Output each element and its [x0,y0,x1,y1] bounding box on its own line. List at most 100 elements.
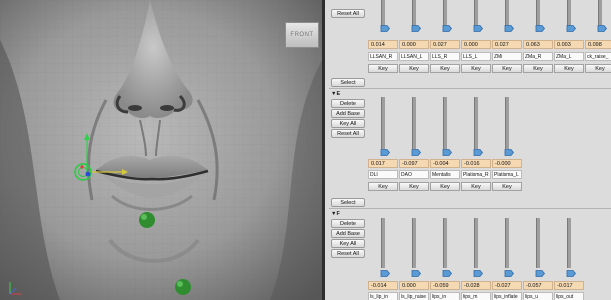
slider-handle[interactable] [504,149,515,156]
weight-value-field[interactable]: -0.000 [492,159,522,168]
add-base-button[interactable]: Add Base [331,229,365,238]
weight-value-field[interactable]: -0.016 [461,159,491,168]
shape-name-field[interactable]: LLS_L [461,52,491,61]
delete-button[interactable]: Delete [331,99,365,108]
shape-name-field[interactable]: ZMi [492,52,522,61]
select-button[interactable]: Select [331,198,365,207]
key-button[interactable]: Key [368,64,398,73]
shape-name-field[interactable]: ls_lip_in [368,292,398,300]
weight-value-field[interactable]: 0.000 [399,281,429,290]
key-button[interactable]: Key [492,182,522,191]
slider-handle[interactable] [504,270,515,277]
weight-value-field[interactable]: -0.059 [430,281,460,290]
slider-track[interactable] [474,0,478,26]
slider-handle[interactable] [473,25,484,32]
weight-value-field[interactable]: -0.028 [461,281,491,290]
slider-track[interactable] [598,0,602,26]
slider-track[interactable] [381,97,385,149]
slider-handle[interactable] [597,25,608,32]
slider-handle[interactable] [442,25,453,32]
slider-track[interactable] [412,218,416,268]
slider-track[interactable] [381,218,385,268]
shape-name-field[interactable]: lips_out [554,292,584,300]
slider-track[interactable] [443,0,447,26]
slider-handle[interactable] [411,25,422,32]
slider-handle[interactable] [535,25,546,32]
reset-all-button[interactable]: Reset All [331,129,365,138]
key-all-button[interactable]: Key All [331,239,365,248]
shape-name-field[interactable]: DLI [368,170,398,179]
slider-track[interactable] [443,218,447,268]
shape-name-field[interactable]: LLSAN_R [368,52,398,61]
slider-handle[interactable] [473,149,484,156]
slider-track[interactable] [567,0,571,26]
reset-all-button[interactable]: Reset All [331,9,365,18]
slider-track[interactable] [536,218,540,268]
slider-handle[interactable] [380,149,391,156]
key-button[interactable]: Key [430,182,460,191]
key-button[interactable]: Key [461,182,491,191]
shape-name-field[interactable]: LLS_R [430,52,460,61]
section-e-header[interactable]: ▼E [329,88,611,98]
slider-track[interactable] [443,97,447,149]
slider-track[interactable] [474,218,478,268]
shape-name-field[interactable]: lips_u [523,292,553,300]
weight-value-field[interactable]: -0.057 [523,281,553,290]
weight-value-field[interactable]: 0.000 [399,40,429,49]
key-button[interactable]: Key [461,64,491,73]
key-button[interactable]: Key [492,64,522,73]
section-f-header[interactable]: ▼F [329,208,611,218]
shape-name-field[interactable]: ck_raise_ [585,52,611,61]
weight-value-field[interactable]: 0.017 [368,159,398,168]
weight-value-field[interactable]: -0.017 [554,281,584,290]
slider-handle[interactable] [411,149,422,156]
slider-track[interactable] [567,218,571,268]
shape-name-field[interactable]: DAO [399,170,429,179]
slider-handle[interactable] [380,25,391,32]
weight-value-field[interactable]: -0.097 [399,159,429,168]
weight-value-field[interactable]: 0.027 [492,40,522,49]
key-button[interactable]: Key [399,64,429,73]
key-button[interactable]: Key [554,64,584,73]
key-all-button[interactable]: Key All [331,119,365,128]
key-button[interactable]: Key [368,182,398,191]
shape-name-field[interactable]: ls_lip_raise [399,292,429,300]
slider-track[interactable] [474,97,478,149]
slider-handle[interactable] [442,149,453,156]
reset-all-button[interactable]: Reset All [331,249,365,258]
shape-name-field[interactable]: lips_in [430,292,460,300]
slider-track[interactable] [536,0,540,26]
weight-value-field[interactable]: 0.098 [585,40,611,49]
slider-handle[interactable] [411,270,422,277]
shape-name-field[interactable]: Platisma_R [461,170,491,179]
slider-handle[interactable] [535,270,546,277]
key-button[interactable]: Key [430,64,460,73]
key-button[interactable]: Key [523,64,553,73]
key-button[interactable]: Key [399,182,429,191]
slider-handle[interactable] [504,25,515,32]
slider-handle[interactable] [566,270,577,277]
weight-value-field[interactable]: 0.063 [523,40,553,49]
weight-value-field[interactable]: 0.003 [554,40,584,49]
shape-name-field[interactable]: lips_m [461,292,491,300]
weight-value-field[interactable]: 0.014 [368,40,398,49]
weight-value-field[interactable]: 0.000 [461,40,491,49]
shape-name-field[interactable]: LLSAN_L [399,52,429,61]
weight-value-field[interactable]: 0.027 [430,40,460,49]
view-cube-front[interactable]: FRONT [285,22,319,48]
slider-handle[interactable] [566,25,577,32]
slider-track[interactable] [505,218,509,268]
add-base-button[interactable]: Add Base [331,109,365,118]
shape-name-field[interactable]: ZMa_L [554,52,584,61]
slider-track[interactable] [412,0,416,26]
shape-name-field[interactable]: lips_inflate [492,292,522,300]
select-button[interactable]: Select [331,78,365,87]
slider-track[interactable] [412,97,416,149]
weight-value-field[interactable]: -0.014 [368,281,398,290]
slider-track[interactable] [505,0,509,26]
shape-name-field[interactable]: Platisma_L [492,170,522,179]
slider-handle[interactable] [380,270,391,277]
slider-track[interactable] [505,97,509,149]
key-button[interactable]: Key [585,64,611,73]
slider-handle[interactable] [442,270,453,277]
